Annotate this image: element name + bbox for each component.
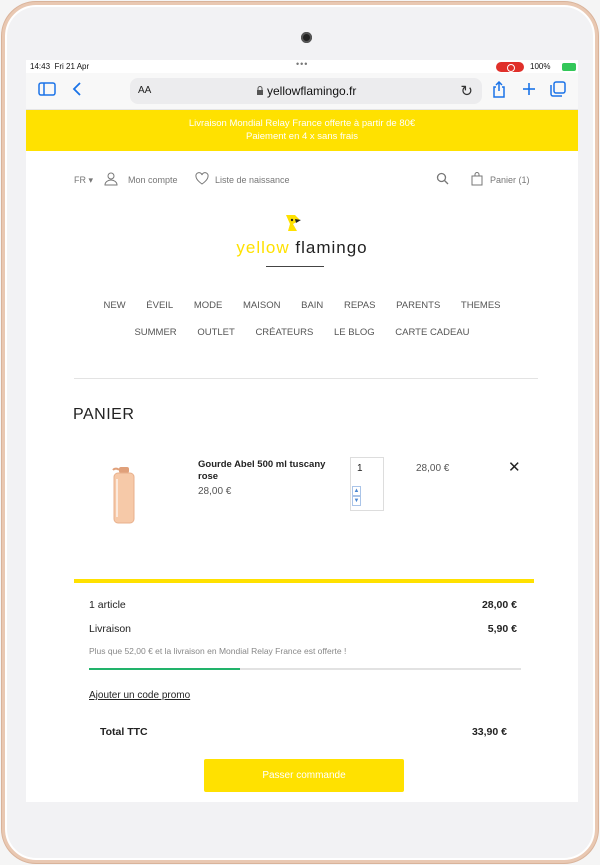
- remove-item-close-icon[interactable]: ✕: [508, 458, 521, 476]
- main-menu-row-1: NEW ÉVEIL MODE MAISON BAIN REPAS PARENTS…: [26, 300, 578, 311]
- articles-row: 1 article 28,00 €: [89, 599, 517, 611]
- product-image[interactable]: [108, 465, 140, 525]
- menu-item-repas[interactable]: REPAS: [344, 300, 376, 311]
- summary-top-bar: [74, 579, 534, 583]
- menu-item-parents[interactable]: PARENTS: [396, 300, 440, 311]
- menu-item-blog[interactable]: LE BLOG: [334, 327, 375, 338]
- status-bar: 14:43 Fri 21 Apr ••• 100%: [26, 60, 578, 73]
- free-shipping-progress-fill: [89, 668, 241, 670]
- total-label: Total TTC: [100, 726, 148, 738]
- menu-item-maison[interactable]: MAISON: [243, 300, 280, 311]
- lock-icon: [256, 86, 263, 95]
- menu-item-gift-card[interactable]: CARTE CADEAU: [395, 327, 469, 338]
- promo-line-payment: Paiement en 4 x sans frais: [246, 131, 358, 142]
- recording-indicator: [496, 62, 524, 72]
- battery-percent: 100%: [530, 62, 551, 71]
- reload-icon[interactable]: ↻: [460, 82, 473, 100]
- free-shipping-progress: [89, 668, 521, 670]
- browser-toolbar: AA yellowflamingo.fr ↻: [26, 73, 578, 110]
- shipping-label: Livraison: [89, 623, 132, 635]
- menu-item-createurs[interactable]: CRÉATEURS: [255, 327, 313, 338]
- articles-label: 1 article: [89, 599, 126, 611]
- address-bar[interactable]: AA yellowflamingo.fr ↻: [130, 78, 482, 104]
- articles-value: 28,00 €: [481, 599, 517, 611]
- url-text[interactable]: yellowflamingo.fr: [130, 84, 482, 98]
- header-divider: [74, 378, 538, 379]
- status-time: 14:43 Fri 21 Apr: [30, 62, 90, 71]
- sidebar-icon[interactable]: [38, 81, 56, 99]
- screen: 14:43 Fri 21 Apr ••• 100% AA yellowflami…: [26, 60, 578, 802]
- cart-icon[interactable]: [471, 172, 483, 189]
- menu-item-mode[interactable]: MODE: [194, 300, 223, 311]
- back-icon[interactable]: [72, 81, 82, 99]
- user-icon[interactable]: [104, 172, 118, 189]
- account-link[interactable]: Mon compte: [128, 175, 178, 185]
- page-title: PANIER: [73, 406, 135, 423]
- cart-link[interactable]: Panier (1): [490, 175, 530, 185]
- language-selector[interactable]: FR ▾: [74, 175, 93, 186]
- menu-item-eveil[interactable]: ÉVEIL: [146, 300, 173, 311]
- total-row: Total TTC 33,90 €: [100, 726, 507, 738]
- new-tab-icon[interactable]: [522, 81, 536, 99]
- promo-line-shipping: Livraison Mondial Relay France offerte à…: [188, 118, 416, 129]
- product-line-total: 28,00 €: [416, 463, 450, 474]
- promo-code-link[interactable]: Ajouter un code promo: [89, 690, 190, 701]
- share-icon[interactable]: [492, 80, 506, 101]
- quantity-stepper[interactable]: 1 ▲ ▼: [350, 457, 384, 511]
- product-unit-price: 28,00 €: [198, 486, 232, 497]
- main-menu-row-2: SUMMER OUTLET CRÉATEURS LE BLOG CARTE CA…: [26, 327, 578, 338]
- product-name[interactable]: Gourde Abel 500 ml tuscany rose: [198, 459, 338, 483]
- wishlist-link[interactable]: Liste de naissance: [215, 175, 290, 185]
- multitasking-dots[interactable]: •••: [296, 60, 308, 69]
- battery-icon: [562, 63, 576, 71]
- shipping-row: Livraison 5,90 €: [89, 623, 517, 635]
- free-shipping-note: Plus que 52,00 € et la livraison en Mond…: [89, 646, 347, 656]
- menu-item-bain[interactable]: BAIN: [301, 300, 323, 311]
- promo-banner: Livraison Mondial Relay France offerte à…: [26, 110, 578, 151]
- tabs-overview-icon[interactable]: [550, 81, 566, 100]
- site-logo[interactable]: yellow flamingo: [26, 238, 578, 258]
- menu-item-themes[interactable]: THEMES: [461, 300, 501, 311]
- heart-icon[interactable]: [195, 172, 209, 188]
- quantity-up-icon[interactable]: ▲: [352, 486, 361, 496]
- camera: [301, 32, 312, 43]
- menu-item-new[interactable]: NEW: [103, 300, 125, 311]
- logo-underline: [266, 266, 324, 267]
- site-top-nav: FR ▾ Mon compte Liste de naissance Panie…: [26, 151, 578, 213]
- checkout-button[interactable]: Passer commande: [204, 759, 404, 792]
- search-icon[interactable]: [436, 172, 449, 188]
- total-value: 33,90 €: [471, 726, 507, 738]
- menu-item-summer[interactable]: SUMMER: [134, 327, 176, 338]
- shipping-value: 5,90 €: [487, 623, 517, 635]
- menu-item-outlet[interactable]: OUTLET: [197, 327, 234, 338]
- quantity-input[interactable]: 1: [357, 463, 363, 474]
- flamingo-logo-icon[interactable]: [282, 212, 304, 234]
- quantity-down-icon[interactable]: ▼: [352, 496, 361, 506]
